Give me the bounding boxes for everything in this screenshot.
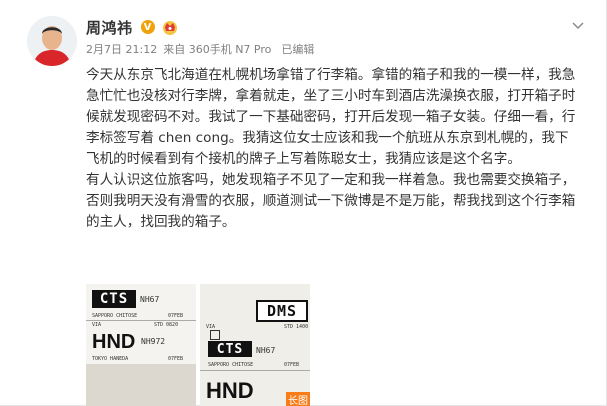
luggage-tag-photo-2[interactable]: DMS STD 1400 VIA CTS NH67 SAPPORO CHITOS… xyxy=(200,284,310,406)
tag-line1-right: 07FEB xyxy=(168,313,184,319)
tag-line2-right: 07FEB xyxy=(168,356,184,362)
avatar[interactable] xyxy=(27,16,77,66)
tag-std: STD 0820 xyxy=(154,322,179,328)
verified-badge-icon: V xyxy=(140,20,155,34)
weibo-post-card: 周鸿祎 V 2月7日 21:12 来自 360手机 N7 Pro 已编辑 今天从… xyxy=(0,0,607,406)
tag-top-code: DMS xyxy=(256,300,308,322)
tag-top-code: CTS xyxy=(92,290,136,308)
tag-line1: SAPPORO CHITOSE xyxy=(92,313,138,319)
tag-big-code: HND xyxy=(206,378,254,403)
tag-divider xyxy=(86,320,196,321)
tag-std: STD 1400 xyxy=(284,324,309,330)
long-image-badge: 长图 xyxy=(286,392,310,406)
author-row: 周鸿祎 V xyxy=(86,16,179,38)
tag-big-suffix: NH972 xyxy=(141,337,166,346)
tag-mid-suffix: NH67 xyxy=(256,346,276,355)
post-meta: 2月7日 21:12 来自 360手机 N7 Pro 已编辑 xyxy=(86,41,314,57)
post-body: 今天从东京飞北海道在札幌机场拿错了行李箱。拿错的箱子和我的一模一样，我急急忙忙也… xyxy=(86,65,581,233)
tag-checkbox xyxy=(210,330,220,340)
tag-mid-code: CTS xyxy=(208,341,252,357)
post-paragraph-1: 今天从东京飞北海道在札幌机场拿错了行李箱。拿错的箱子和我的一模一样，我急急忙忙也… xyxy=(86,67,576,167)
post-date[interactable]: 2月7日 21:12 xyxy=(86,41,157,57)
post-source: 来自 360手机 N7 Pro xyxy=(163,43,272,56)
tag-via: VIA xyxy=(92,322,102,328)
tag-line1: SAPPORO CHITOSE xyxy=(208,362,254,368)
tag-line2: TOKYO HANEDA xyxy=(92,356,129,362)
tag-top-suffix: NH67 xyxy=(140,295,160,304)
post-paragraph-2: 有人认识这位旅客吗，她发现箱子不见了一定和我一样着急。我也需要交换箱子，否则我明… xyxy=(86,172,576,230)
edited-label[interactable]: 已编辑 xyxy=(281,41,314,57)
avatar-portrait-icon xyxy=(27,16,77,66)
tag-lower-area xyxy=(86,364,196,406)
tag-divider xyxy=(200,370,310,371)
crown-member-icon[interactable] xyxy=(161,19,179,35)
author-name[interactable]: 周鸿祎 xyxy=(86,17,133,38)
tag-big-code: HND xyxy=(92,331,136,353)
luggage-tag-photo-1[interactable]: CTS NH67 SAPPORO CHITOSE 07FEB VIA STD 0… xyxy=(86,284,196,406)
photo-grid: CTS NH67 SAPPORO CHITOSE 07FEB VIA STD 0… xyxy=(86,284,310,406)
tag-line1-right: 07FEB xyxy=(284,362,300,368)
chevron-down-icon[interactable] xyxy=(572,22,584,30)
